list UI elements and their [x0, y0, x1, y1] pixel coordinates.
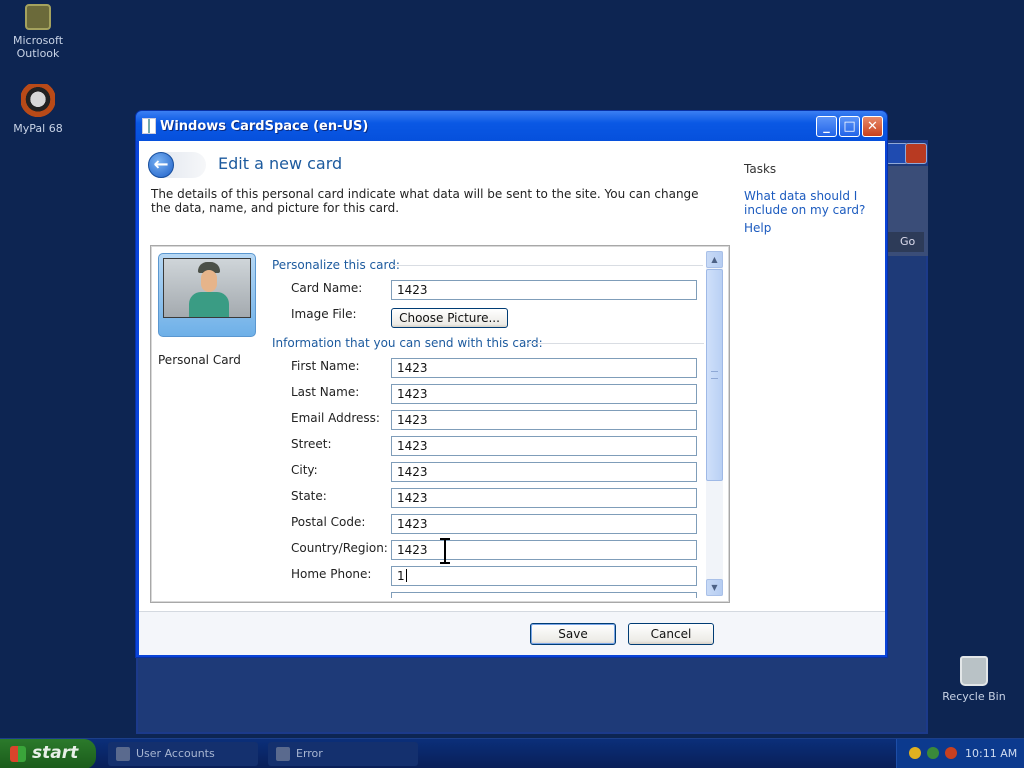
- first-name-field[interactable]: 1423: [391, 358, 697, 378]
- card-name-field[interactable]: 1423: [391, 280, 697, 300]
- street-field[interactable]: 1423: [391, 436, 697, 456]
- personalize-heading-text: Personalize this card:: [272, 258, 400, 272]
- dialog-client-area: ← Edit a new card The details of this pe…: [139, 141, 885, 655]
- recycle-bin-desktop-icon[interactable]: Recycle Bin: [934, 656, 1014, 703]
- dialog-footer: Save Cancel: [139, 612, 885, 655]
- close-button[interactable]: ✕: [862, 116, 883, 137]
- scroll-thumb[interactable]: [706, 269, 723, 481]
- postal-code-field[interactable]: 1423: [391, 514, 697, 534]
- start-button[interactable]: start: [0, 739, 96, 768]
- cardspace-app-icon: [142, 118, 156, 134]
- city-field[interactable]: 1423: [391, 462, 697, 482]
- dialog-titlebar[interactable]: Windows CardSpace (en-US) _ □ ✕: [136, 111, 887, 141]
- card-picture: [163, 258, 251, 318]
- security-shield-icon[interactable]: [909, 747, 921, 759]
- card-thumbnail[interactable]: [158, 253, 256, 337]
- outlook-icon: [25, 4, 51, 30]
- back-button[interactable]: ←: [148, 152, 174, 178]
- outlook-icon-label: Microsoft Outlook: [12, 34, 64, 60]
- what-data-link[interactable]: What data should I include on my card?: [744, 189, 874, 217]
- state-label: State:: [291, 489, 327, 503]
- vertical-scrollbar[interactable]: ▲ ▼: [706, 251, 723, 596]
- mypal-icon-label: MyPal 68: [13, 122, 63, 135]
- dialog-title: Windows CardSpace (en-US): [160, 119, 369, 134]
- maximize-button[interactable]: □: [839, 116, 860, 137]
- windows-flag-icon: [10, 746, 26, 762]
- country-region-field[interactable]: 1423: [391, 540, 697, 560]
- back-arrow-icon: ←: [153, 154, 169, 175]
- home-phone-label: Home Phone:: [291, 567, 372, 581]
- minimize-button[interactable]: _: [816, 116, 837, 137]
- help-link[interactable]: Help: [744, 221, 874, 235]
- state-field[interactable]: 1423: [391, 488, 697, 508]
- last-name-label: Last Name:: [291, 385, 360, 399]
- choose-picture-button[interactable]: Choose Picture...: [391, 308, 508, 328]
- scroll-up-button[interactable]: ▲: [706, 251, 723, 268]
- city-label: City:: [291, 463, 318, 477]
- last-name-field[interactable]: 1423: [391, 384, 697, 404]
- start-label: start: [32, 743, 79, 763]
- background-go-button[interactable]: Go: [888, 232, 924, 252]
- taskbar-item-label: User Accounts: [136, 747, 215, 760]
- scroll-down-button[interactable]: ▼: [706, 579, 723, 596]
- cardspace-dialog: Windows CardSpace (en-US) _ □ ✕ ← Edit a…: [135, 110, 888, 658]
- email-label: Email Address:: [291, 411, 380, 425]
- card-type-label: Personal Card: [158, 353, 241, 367]
- outlook-desktop-icon[interactable]: Microsoft Outlook: [0, 4, 78, 60]
- recycle-bin-icon: [960, 656, 988, 686]
- page-title: Edit a new card: [218, 154, 343, 173]
- info-heading-text: Information that you can send with this …: [272, 336, 543, 350]
- personalize-section-heading: Personalize this card:: [272, 258, 703, 272]
- ibeam-cursor-icon: [440, 538, 450, 564]
- page-description: The details of this personal card indica…: [151, 187, 699, 215]
- postal-code-label: Postal Code:: [291, 515, 366, 529]
- next-field-partial[interactable]: [391, 592, 697, 598]
- home-phone-field[interactable]: 1: [391, 566, 697, 586]
- mypal-icon: [21, 84, 55, 118]
- section-divider: [390, 265, 703, 266]
- email-field[interactable]: 1423: [391, 410, 697, 430]
- street-label: Street:: [291, 437, 332, 451]
- first-name-label: First Name:: [291, 359, 360, 373]
- background-window-close-button[interactable]: [905, 143, 927, 164]
- network-icon[interactable]: [927, 747, 939, 759]
- taskbar-item-user-accounts[interactable]: User Accounts: [108, 742, 258, 766]
- text-caret: [405, 569, 407, 582]
- alert-icon[interactable]: [945, 747, 957, 759]
- home-phone-value: 1: [397, 569, 405, 583]
- card-name-label: Card Name:: [291, 281, 363, 295]
- recycle-bin-label: Recycle Bin: [942, 690, 1006, 703]
- taskbar-item-label: Error: [296, 747, 323, 760]
- error-window-icon: [276, 747, 290, 761]
- country-region-label: Country/Region:: [291, 541, 388, 555]
- info-section-heading: Information that you can send with this …: [272, 336, 704, 350]
- save-button[interactable]: Save: [530, 623, 616, 645]
- tasks-heading: Tasks: [744, 162, 777, 176]
- image-file-label: Image File:: [291, 307, 357, 321]
- section-divider: [527, 343, 704, 344]
- mypal-desktop-icon[interactable]: MyPal 68: [0, 84, 78, 135]
- system-tray: 10:11 AM: [896, 739, 1024, 768]
- taskbar-item-error[interactable]: Error: [268, 742, 418, 766]
- taskbar: start User Accounts Error 10:11 AM: [0, 738, 1024, 768]
- user-accounts-icon: [116, 747, 130, 761]
- card-editor-panel: Personal Card Personalize this card: Car…: [150, 245, 730, 603]
- clock: 10:11 AM: [965, 747, 1018, 760]
- cancel-button[interactable]: Cancel: [628, 623, 714, 645]
- scroll-grip-icon: [711, 371, 718, 379]
